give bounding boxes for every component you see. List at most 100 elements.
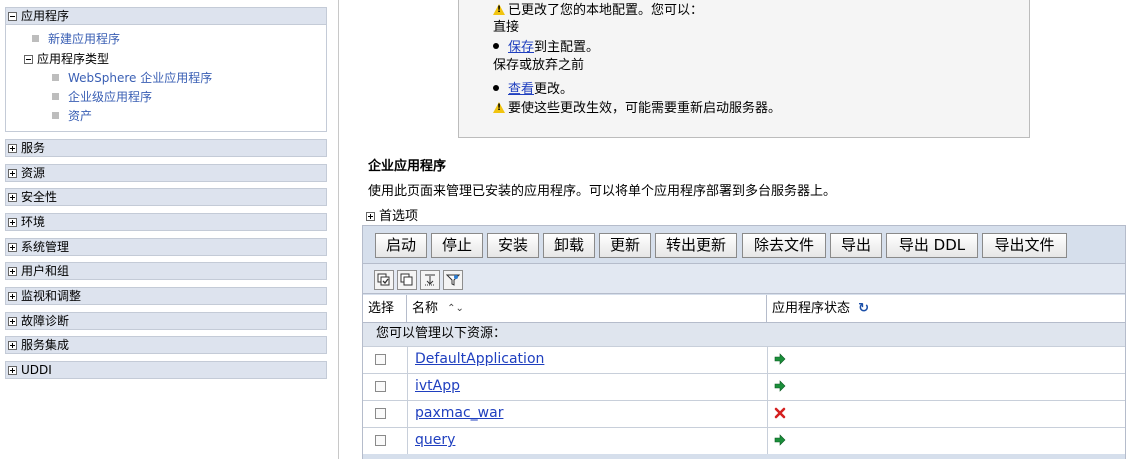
nav-section-resources[interactable]: 资源 [5, 164, 327, 182]
message-review-before: 保存或放弃之前 [493, 58, 585, 73]
nav-section-service-integration[interactable]: 服务集成 [5, 336, 327, 354]
preferences-label: 首选项 [379, 209, 419, 224]
nav-item-enterprise-apps[interactable]: 企业级应用程序 [52, 89, 152, 105]
nav-section-label: 故障诊断 [21, 314, 70, 328]
nav-section-label: 环境 [21, 215, 46, 229]
nav-section-services[interactable]: 服务 [5, 139, 327, 157]
export-button[interactable]: 导出 [830, 233, 882, 258]
remove-file-button[interactable]: 除去文件 [742, 233, 826, 258]
rollout-update-button[interactable]: 转出更新 [655, 233, 737, 258]
sort-icon[interactable]: ⌃⌄ [447, 295, 464, 322]
expand-icon[interactable] [8, 366, 17, 375]
deselect-all-icon[interactable] [397, 270, 417, 290]
stop-button[interactable]: 停止 [431, 233, 483, 258]
warning-icon [493, 4, 505, 15]
update-button[interactable]: 更新 [599, 233, 651, 258]
column-status-label: 应用程序状态 [772, 301, 851, 316]
bullet-square-icon [52, 93, 59, 100]
nav-section-label: 资源 [21, 166, 46, 180]
column-name-label: 名称 [412, 301, 439, 316]
table-header: 选择 名称 ⌃⌄ 应用程序状态 ↻ [363, 295, 1125, 322]
select-all-icon[interactable] [374, 270, 394, 290]
new-application-link[interactable]: 新建应用程序 [48, 32, 120, 46]
expand-icon[interactable] [8, 292, 17, 301]
nav-item-application-types[interactable]: 应用程序类型 [24, 51, 109, 67]
application-link[interactable]: ivtApp [415, 378, 460, 394]
enterprise-apps-link[interactable]: 企业级应用程序 [68, 90, 152, 104]
refresh-icon[interactable]: ↻ [858, 295, 869, 322]
expand-icon[interactable] [8, 144, 17, 153]
bullet-icon [493, 85, 499, 91]
nav-section-system-admin[interactable]: 系统管理 [5, 238, 327, 256]
config-changed-message: 已更改了您的本地配置。您可以： 直接 保存到主配置。 保存或放弃之前 查看更改。… [458, 0, 1030, 138]
expand-icon[interactable] [366, 212, 375, 221]
application-link[interactable]: paxmac_war [415, 405, 503, 421]
install-button[interactable]: 安装 [487, 233, 539, 258]
nav-item-new-application[interactable]: 新建应用程序 [32, 31, 120, 47]
application-link[interactable]: DefaultApplication [415, 351, 544, 367]
expand-icon[interactable] [8, 267, 17, 276]
expand-icon[interactable] [8, 317, 17, 326]
message-text: 要使这些更改生效，可能需要重新启动服务器。 [508, 101, 782, 116]
nav-section-monitoring[interactable]: 监视和调整 [5, 287, 327, 305]
message-text: 已更改了您的本地配置。您可以： [508, 3, 704, 18]
nav-section-label: 用户和组 [21, 264, 70, 278]
uninstall-button[interactable]: 卸载 [543, 233, 595, 258]
bullet-square-icon [32, 35, 39, 42]
expand-icon[interactable] [8, 341, 17, 350]
collapse-icon[interactable] [24, 55, 33, 64]
applications-panel: 启动 停止 安装 卸载 更新 转出更新 除去文件 导出 导出 DDL 导出文件 … [362, 225, 1126, 459]
nav-section-troubleshooting[interactable]: 故障诊断 [5, 312, 327, 330]
bullet-icon [493, 43, 499, 49]
websphere-apps-link[interactable]: WebSphere 企业应用程序 [68, 71, 212, 85]
resource-caption: 您可以管理以下资源： [363, 322, 1125, 346]
save-rest-text: 到主配置。 [534, 40, 600, 55]
column-name[interactable]: 名称 ⌃⌄ [407, 295, 767, 322]
page-title: 企业应用程序 [368, 159, 447, 174]
nav-section-label: 安全性 [21, 190, 58, 204]
expand-icon[interactable] [8, 193, 17, 202]
view-changes-link[interactable]: 查看 [508, 82, 534, 97]
nav-section-uddi[interactable]: UDDI [5, 361, 327, 379]
application-link[interactable]: query [415, 432, 455, 448]
expand-icon[interactable] [8, 218, 17, 227]
pane-divider[interactable] [338, 0, 339, 459]
export-file-button[interactable]: 导出文件 [982, 233, 1067, 258]
assets-link[interactable]: 资产 [68, 109, 92, 123]
action-toolbar: 启动 停止 安装 卸载 更新 转出更新 除去文件 导出 导出 DDL 导出文件 [363, 226, 1125, 262]
nav-item-assets[interactable]: 资产 [52, 108, 92, 124]
clear-filter-icon[interactable] [443, 270, 463, 290]
nav-section-applications[interactable]: 应用程序 [5, 7, 327, 25]
view-rest-text: 更改。 [534, 82, 574, 97]
started-arrow-icon [774, 380, 786, 392]
nav-section-label: 监视和调整 [21, 289, 82, 303]
navigation-pane: 应用程序 新建应用程序 应用程序类型 WebSphere 企业应用程序 企业级应… [0, 0, 338, 459]
row-checkbox[interactable] [375, 408, 386, 419]
message-save-line: 保存到主配置。 [493, 39, 599, 56]
nav-section-users-groups[interactable]: 用户和组 [5, 262, 327, 280]
collapse-icon[interactable] [8, 12, 17, 21]
save-link[interactable]: 保存 [508, 40, 534, 55]
column-select: 选择 [363, 295, 407, 322]
nav-section-label: 应用程序 [21, 9, 70, 23]
nav-item-websphere-apps[interactable]: WebSphere 企业应用程序 [52, 70, 212, 86]
preferences-toggle[interactable]: 首选项 [366, 205, 418, 224]
bullet-square-icon [52, 112, 59, 119]
nav-section-environment[interactable]: 环境 [5, 213, 327, 231]
table-row: ivtApp [363, 373, 1125, 400]
show-filter-icon[interactable] [420, 270, 440, 290]
table-icon-toolbar [363, 263, 1125, 294]
page-description: 使用此页面来管理已安装的应用程序。可以将单个应用程序部署到多台服务器上。 [368, 184, 837, 199]
message-direct: 直接 [493, 20, 520, 35]
warning-icon [493, 102, 505, 113]
row-checkbox[interactable] [375, 435, 386, 446]
nav-section-security[interactable]: 安全性 [5, 188, 327, 206]
expand-icon[interactable] [8, 169, 17, 178]
row-checkbox[interactable] [375, 354, 386, 365]
applications-nav-group: 应用程序 新建应用程序 应用程序类型 WebSphere 企业应用程序 企业级应… [5, 7, 327, 132]
message-view-line: 查看更改。 [493, 81, 573, 98]
export-ddl-button[interactable]: 导出 DDL [886, 233, 978, 258]
start-button[interactable]: 启动 [375, 233, 427, 258]
expand-icon[interactable] [8, 243, 17, 252]
row-checkbox[interactable] [375, 381, 386, 392]
